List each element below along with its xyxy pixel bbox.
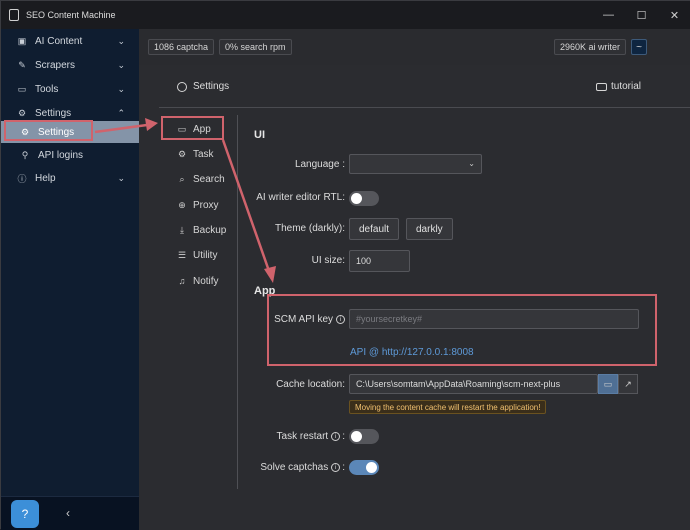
subnav-divider xyxy=(237,115,238,489)
theme-label: Theme (darkly): xyxy=(274,223,345,234)
subnav-task[interactable]: ⚙ Task xyxy=(167,144,229,164)
toggle-knob xyxy=(351,431,362,442)
rtl-label: AI writer editor RTL: xyxy=(256,192,345,203)
subnav-notify[interactable]: ♫ Notify xyxy=(167,271,229,291)
sidebar: ▣ AI Content ⌄ ✎ Scrapers ⌄ ▭ Tools ⌄ ⚙ … xyxy=(1,29,139,530)
sidebar-item-label: Help xyxy=(35,172,56,184)
sidebar-item-label: Settings xyxy=(35,107,72,119)
chevron-up-icon: ⌃ xyxy=(117,107,125,118)
subnav-utility[interactable]: ☰ Utility xyxy=(167,245,229,265)
toggle-knob xyxy=(366,462,377,473)
subnav-backup[interactable]: ⤓ Backup xyxy=(167,220,229,240)
window-title: SEO Content Machine xyxy=(26,10,116,20)
external-link-icon[interactable]: ↗ xyxy=(618,374,638,394)
bell-icon: ♫ xyxy=(178,276,186,286)
sidebar-item-label: Scrapers xyxy=(35,59,76,71)
video-icon xyxy=(596,82,607,91)
sidebar-item-help[interactable]: ⓘ Help ⌄ xyxy=(1,166,139,190)
sidebar-item-label: Tools xyxy=(35,83,59,95)
tutorial-label: tutorial xyxy=(611,81,642,92)
gear-icon: ⚙ xyxy=(17,107,27,118)
task-restart-label: Task restart i : xyxy=(276,431,345,442)
task-restart-toggle[interactable] xyxy=(349,429,379,444)
sidebar-footer: ? ‹ xyxy=(1,496,139,530)
close-button[interactable]: ✕ xyxy=(658,1,690,29)
subnav-label: Backup xyxy=(193,224,227,236)
sidebar-item-ai-content[interactable]: ▣ AI Content ⌄ xyxy=(1,29,139,53)
task-restart-label-text: Task restart xyxy=(276,431,329,442)
rtl-toggle[interactable] xyxy=(349,191,379,206)
chevron-down-icon: ⌄ xyxy=(468,159,475,168)
plus-circle-icon xyxy=(177,81,187,92)
app-logo-icon xyxy=(7,8,21,22)
solve-captchas-toggle[interactable] xyxy=(349,460,379,475)
briefcase-icon: ▭ xyxy=(17,83,27,94)
theme-default-button[interactable]: default xyxy=(349,218,400,240)
minimize-button[interactable]: — xyxy=(592,1,625,29)
sidebar-item-api-logins[interactable]: ⚲ API logins xyxy=(1,143,139,167)
annotation-box-sidebar-settings xyxy=(4,120,93,141)
ai-writer-badge: 2960K ai writer xyxy=(554,39,627,55)
solve-captchas-label-text: Solve captchas xyxy=(260,462,329,473)
chevron-down-icon: ⌄ xyxy=(117,83,125,94)
annotation-box-api-key xyxy=(267,294,657,366)
settings-tab[interactable]: Settings xyxy=(177,81,229,92)
info-icon: i xyxy=(331,463,341,472)
app-window: SEO Content Machine — ☐ ✕ ▣ AI Content ⌄… xyxy=(0,0,690,530)
globe-icon: ⊕ xyxy=(178,199,186,210)
download-icon: ⤓ xyxy=(180,224,184,235)
captcha-count-badge: 1086 captcha xyxy=(148,39,215,55)
subnav-proxy[interactable]: ⊕ Proxy xyxy=(167,195,229,215)
person-icon: ⚲ xyxy=(21,149,29,160)
subnav-label: Proxy xyxy=(193,199,219,211)
subnav-label: Task xyxy=(193,148,214,160)
edit-icon: ✎ xyxy=(18,59,26,70)
settings-tab-label: Settings xyxy=(193,81,230,92)
tutorial-link[interactable]: tutorial xyxy=(596,81,641,92)
ui-section-title: UI xyxy=(254,129,265,141)
chevron-down-icon: ⌄ xyxy=(117,172,125,183)
sidebar-item-label: API logins xyxy=(38,149,84,161)
ui-size-label: UI size: xyxy=(311,255,345,266)
window-controls: — ☐ ✕ xyxy=(592,1,690,29)
collapse-sidebar-button[interactable]: ‹ xyxy=(66,506,70,520)
sidebar-item-label: AI Content xyxy=(35,35,83,47)
subnav-label: Notify xyxy=(193,275,219,287)
info-icon: i xyxy=(331,432,341,441)
subnav-label: Utility xyxy=(193,249,218,261)
subnav-search[interactable]: ⌕ Search xyxy=(167,169,229,189)
gear-icon: ⚙ xyxy=(177,148,187,159)
search-icon: ⌕ xyxy=(179,173,185,184)
image-icon: ▣ xyxy=(17,35,27,46)
solve-captchas-label: Solve captchas i : xyxy=(260,462,345,473)
cache-location-label: Cache location: xyxy=(276,379,345,390)
sidebar-item-scrapers[interactable]: ✎ Scrapers ⌄ xyxy=(1,53,139,77)
language-select[interactable]: ⌄ xyxy=(349,154,482,174)
layers-icon: ☰ xyxy=(177,249,187,260)
ui-size-input[interactable]: 100 xyxy=(349,250,410,272)
info-icon: ⓘ xyxy=(17,173,27,184)
sidebar-item-tools[interactable]: ▭ Tools ⌄ xyxy=(1,77,139,101)
title-bar: SEO Content Machine — ☐ ✕ xyxy=(1,1,690,29)
annotation-box-app-tab xyxy=(161,116,224,140)
cache-location-input[interactable]: C:\Users\somtam\AppData\Roaming\scm-next… xyxy=(349,374,598,394)
cache-warning: Moving the content cache will restart th… xyxy=(349,400,547,414)
folder-icon[interactable]: ▭ xyxy=(598,374,618,394)
subnav-label: Search xyxy=(193,173,225,185)
chevron-down-icon: ⌄ xyxy=(117,59,125,70)
maximize-button[interactable]: ☐ xyxy=(625,1,658,29)
theme-darkly-button[interactable]: darkly xyxy=(406,218,453,240)
search-rpm-badge: 0% search rpm xyxy=(219,39,292,55)
toggle-knob xyxy=(351,193,362,204)
stats-bar: 1086 captcha 0% search rpm 2960K ai writ… xyxy=(139,29,690,65)
language-label: Language : xyxy=(294,159,345,170)
chat-help-icon[interactable]: ? xyxy=(11,500,39,528)
header-divider xyxy=(159,107,690,108)
chevron-down-icon: ⌄ xyxy=(117,35,125,46)
terminal-toggle-button[interactable]: ~ xyxy=(631,39,647,55)
